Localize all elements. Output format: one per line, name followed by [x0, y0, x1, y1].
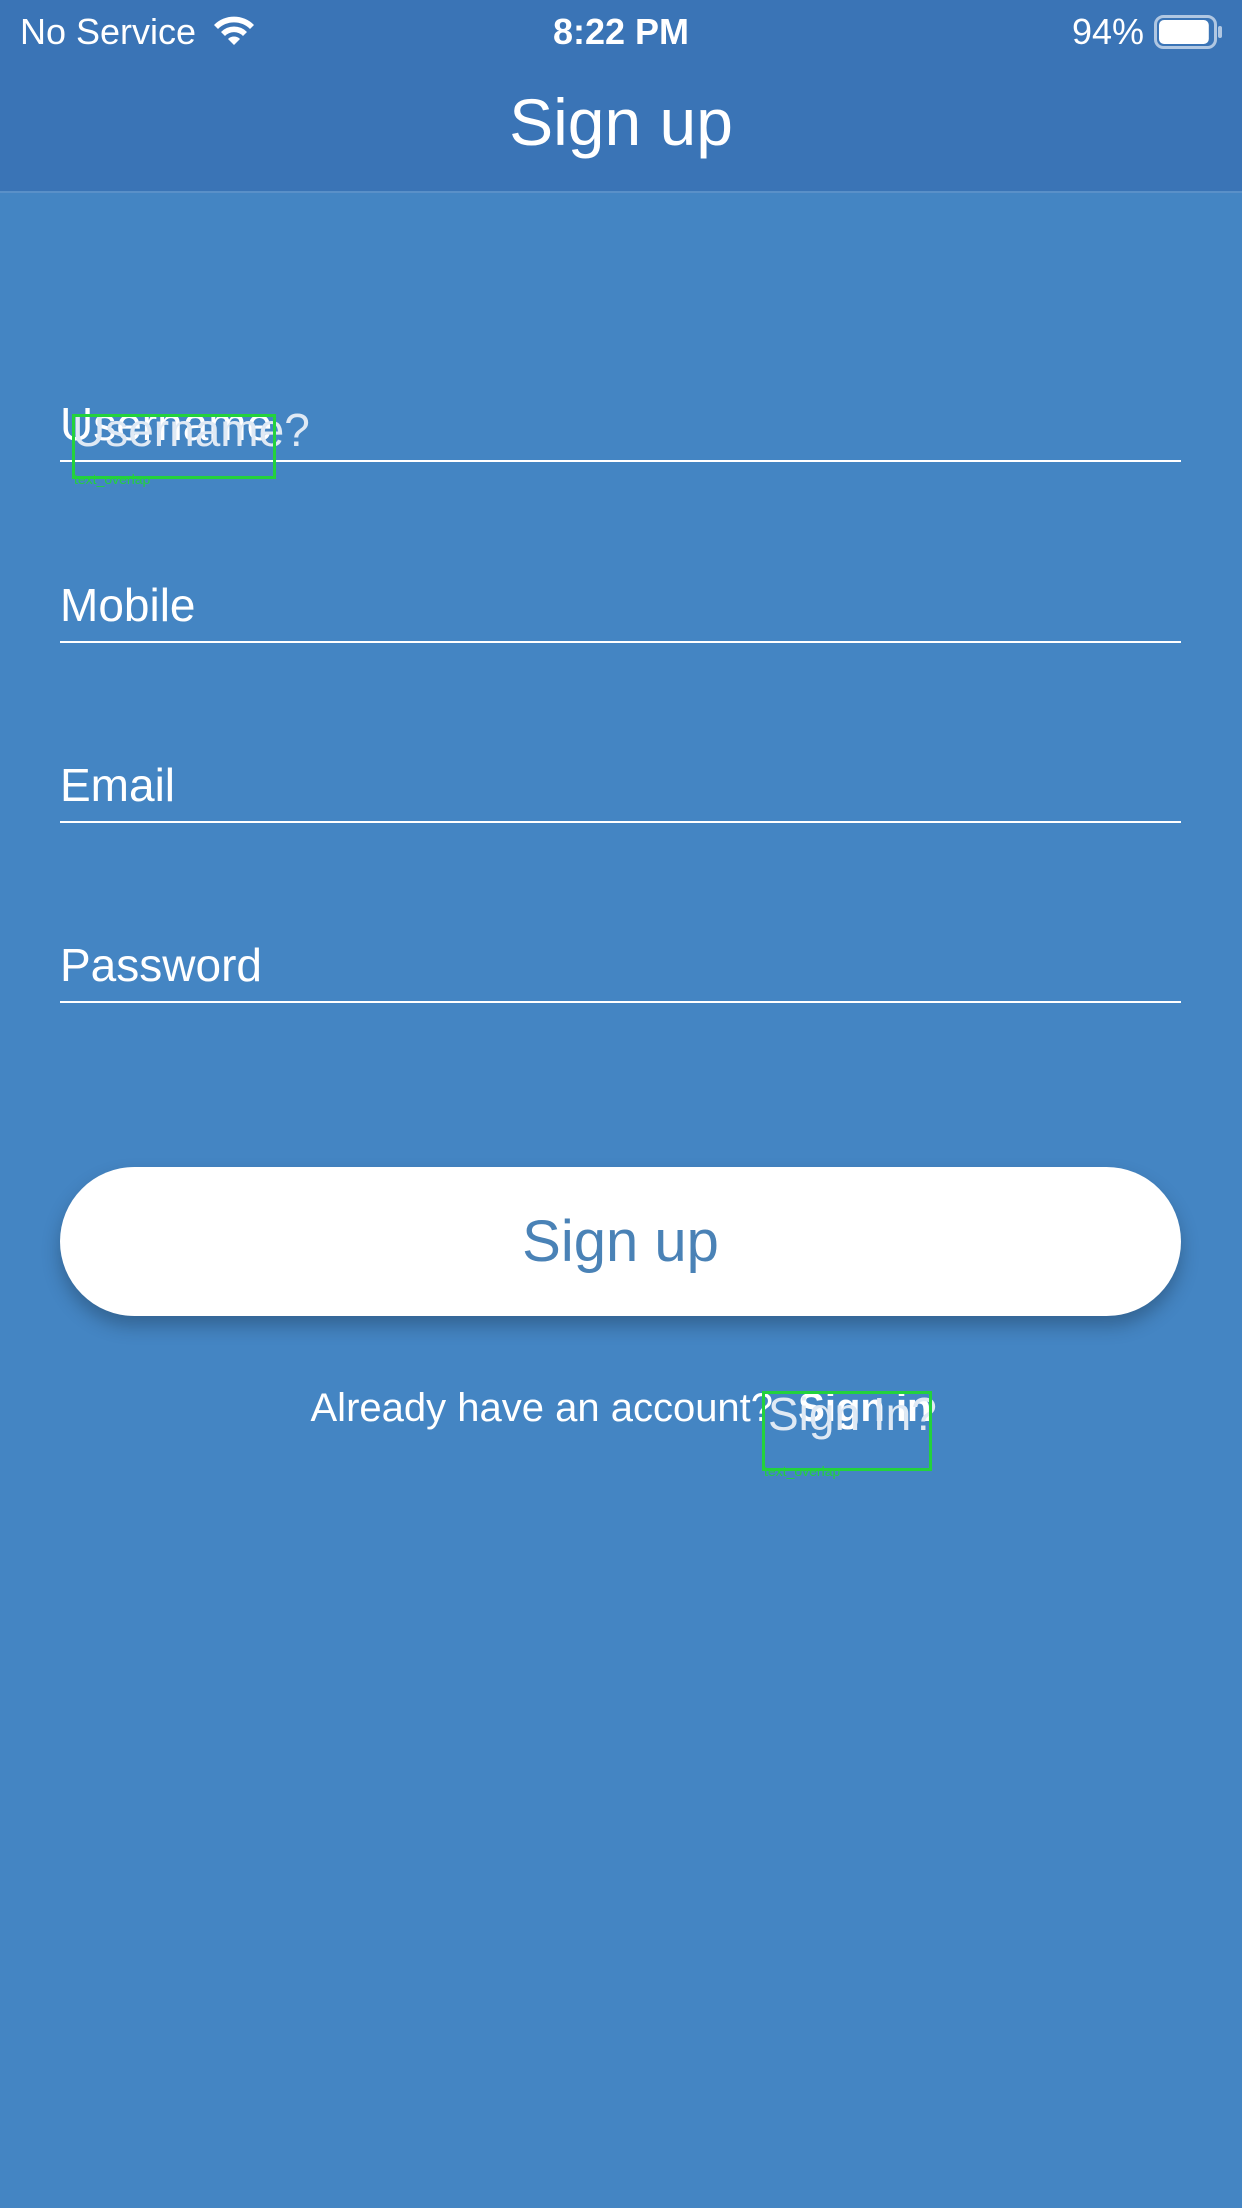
- top-bar: No Service 8:22 PM 94% Sign up: [0, 0, 1242, 193]
- battery-percent: 94%: [1071, 11, 1144, 52]
- mobile-input[interactable]: [60, 577, 1181, 633]
- signin-row: Already have an account? Sign in: [0, 1378, 1242, 1438]
- username-overlap-text: Username?: [72, 404, 310, 456]
- signup-button[interactable]: Sign up: [60, 1167, 1181, 1316]
- username-overlap-tag: text_overlap: [74, 471, 151, 487]
- status-time: 8:22 PM: [552, 11, 690, 52]
- mobile-field-container: [60, 571, 1181, 643]
- signin-overlap-text: Sign In?: [768, 1388, 937, 1440]
- page-title: Sign up: [509, 85, 733, 159]
- signin-overlap-tag: text_overlap: [764, 1463, 841, 1479]
- email-field-container: [60, 751, 1181, 823]
- battery-fill: [1159, 20, 1209, 44]
- signin-prompt: Already have an account?: [310, 1386, 774, 1430]
- signup-screen: No Service 8:22 PM 94% Sign up Username …: [0, 0, 1242, 2208]
- email-input[interactable]: [60, 757, 1181, 813]
- password-field-container: [60, 931, 1181, 1003]
- password-input[interactable]: [60, 937, 1181, 993]
- status-right: 94%: [1072, 10, 1224, 54]
- status-bar: No Service 8:22 PM 94%: [0, 0, 1242, 62]
- battery-icon: [1154, 15, 1224, 49]
